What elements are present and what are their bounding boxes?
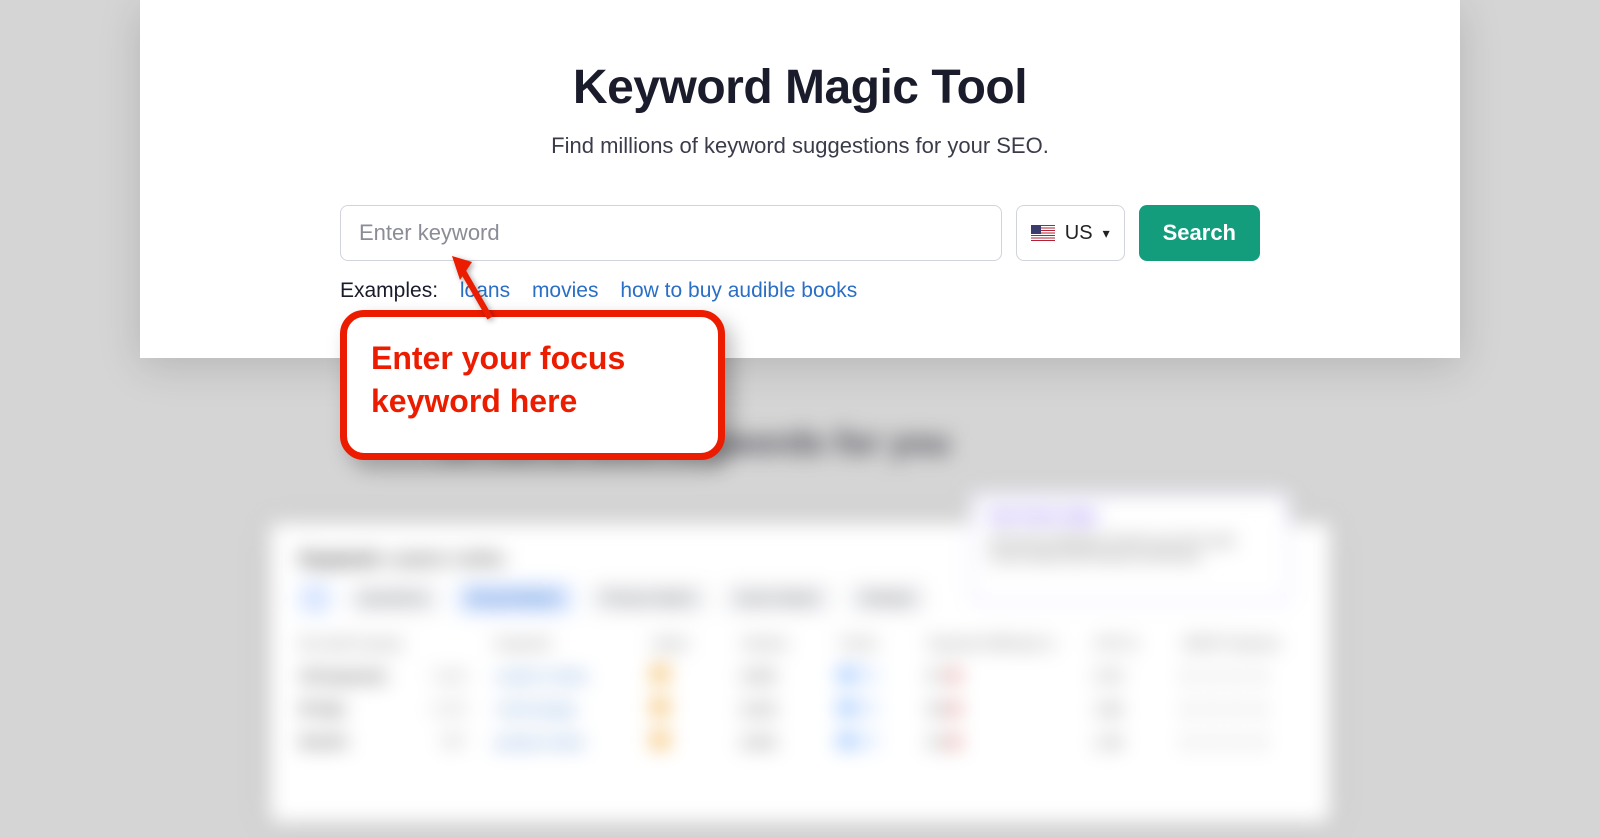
search-button[interactable]: Search xyxy=(1139,205,1260,261)
blurred-background-preview: Or list of best keywords for you Get fre… xyxy=(0,358,1600,838)
table-row: All keywords7,924 custom t-shirts 9,900 … xyxy=(300,667,1300,684)
blur-sidebox: Get fresh data Semrush database shows yo… xyxy=(970,493,1290,603)
annotation-arrow-icon xyxy=(450,256,500,326)
blur-keyword-label: Keyword: custom t-shirts xyxy=(300,549,1300,570)
keyword-tool-card: Keyword Magic Tool Find millions of keyw… xyxy=(140,0,1460,358)
example-link-audible[interactable]: how to buy audible books xyxy=(620,279,857,302)
table-row: ⊕ print987 printed t-shirts 6,600 54 1.4… xyxy=(300,733,1300,750)
blur-tabs: Questions Broad Match Phrase Match Exact… xyxy=(300,584,1300,613)
page-tagline: Find millions of keyword suggestions for… xyxy=(140,133,1460,159)
annotation-callout: Enter your focus keyword here xyxy=(340,310,725,460)
example-link-movies[interactable]: movies xyxy=(532,279,599,302)
country-code: US xyxy=(1065,222,1093,245)
examples-label: Examples: xyxy=(340,279,438,302)
blur-results-panel: Get fresh data Semrush database shows yo… xyxy=(270,523,1330,823)
blur-table-header: By search group Keyword Intent Volume Tr… xyxy=(300,635,1300,651)
table-row: ⊕ logo1,223 t-shirt design 8,400 58 1.80… xyxy=(300,700,1300,717)
search-row: US ▾ Search xyxy=(340,205,1260,261)
page-title: Keyword Magic Tool xyxy=(140,60,1460,115)
keyword-input[interactable] xyxy=(340,205,1002,261)
chevron-down-icon: ▾ xyxy=(1103,225,1110,242)
country-select[interactable]: US ▾ xyxy=(1016,205,1125,261)
us-flag-icon xyxy=(1031,225,1055,241)
annotation-text: Enter your focus keyword here xyxy=(371,340,625,419)
